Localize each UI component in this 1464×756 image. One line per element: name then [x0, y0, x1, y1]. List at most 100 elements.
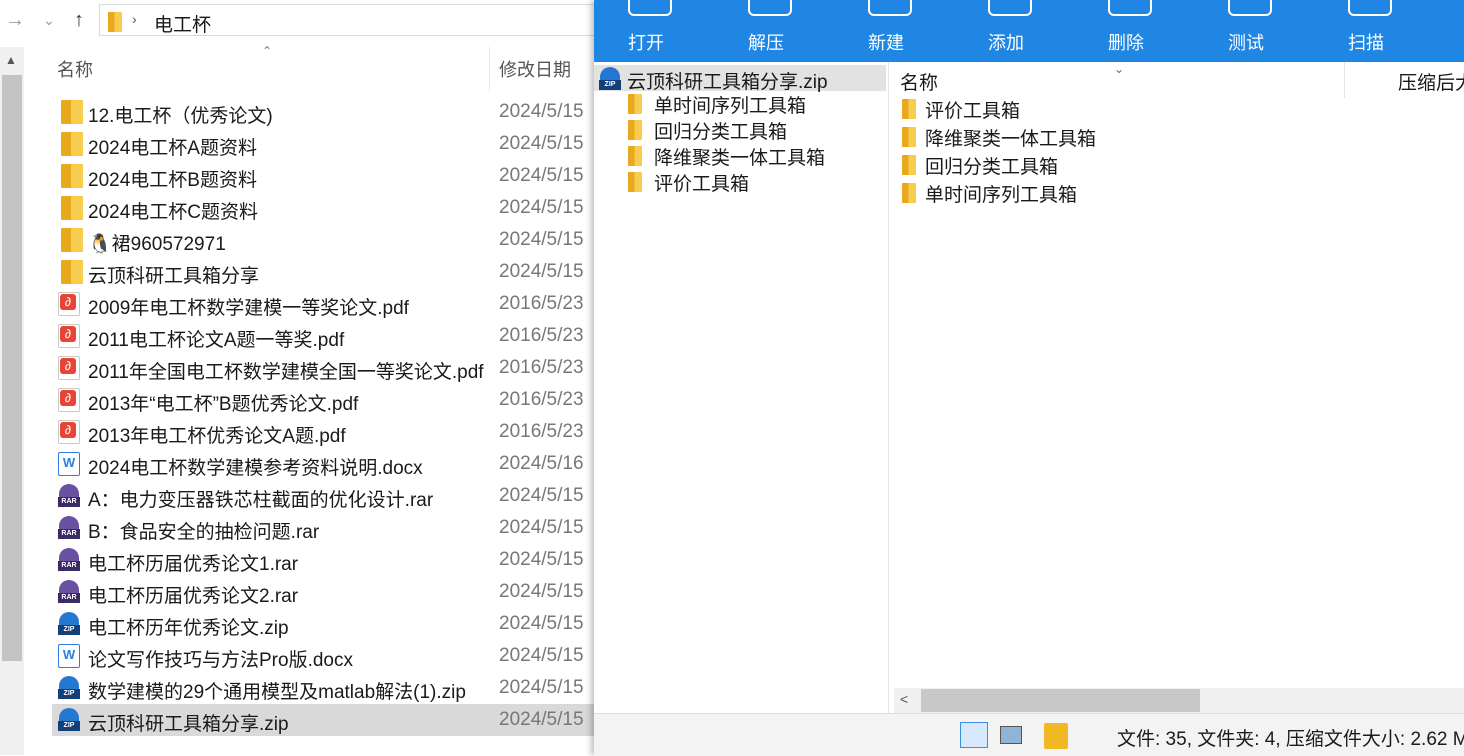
file-row[interactable]: RAR 电工杯历届优秀论文1.rar 2024/5/15: [52, 544, 612, 576]
file-modified-date: 2024/5/15: [499, 133, 584, 154]
file-row[interactable]: 2024电工杯A题资料 2024/5/15: [52, 128, 612, 160]
folder-icon: [628, 120, 642, 140]
tree-root-archive[interactable]: ZIP 云顶科研工具箱分享.zip: [594, 65, 886, 93]
file-name: 12.电工杯（优秀论文): [88, 106, 273, 127]
archive-folder-label: 单时间序列工具箱: [925, 185, 1078, 206]
tree-folder-label: 评价工具箱: [654, 174, 750, 195]
pdf-icon: [58, 356, 80, 380]
file-row[interactable]: ZIP 云顶科研工具箱分享.zip 2024/5/15: [52, 704, 612, 736]
rar-archive-icon: RAR: [58, 484, 80, 508]
toolbar-delete-button[interactable]: 删除: [1074, 0, 1178, 62]
file-modified-date: 2016/5/23: [499, 389, 584, 410]
toolbar-extract-button[interactable]: 解压: [714, 0, 818, 62]
new-icon: [868, 0, 912, 16]
folder-icon: [61, 260, 83, 284]
column-divider[interactable]: [489, 47, 490, 91]
toolbar-button-label: 解压: [748, 33, 784, 53]
zip-archive-icon: ZIP: [599, 67, 621, 91]
file-row[interactable]: 🐧裙960572971 2024/5/15: [52, 224, 612, 256]
file-row[interactable]: RAR B：食品安全的抽检问题.rar 2024/5/15: [52, 512, 612, 544]
delete-icon: [1108, 0, 1152, 16]
toolbar-test-button[interactable]: 测试: [1194, 0, 1298, 62]
file-name: 云顶科研工具箱分享.zip: [88, 714, 289, 735]
tree-folder-label: 降维聚类一体工具箱: [654, 148, 826, 169]
details-view-icon[interactable]: [960, 722, 988, 748]
breadcrumb-separator: ›: [132, 11, 137, 27]
file-row[interactable]: 2024电工杯C题资料 2024/5/15: [52, 192, 612, 224]
file-modified-date: 2024/5/15: [499, 677, 584, 698]
horizontal-scrollbar[interactable]: <: [894, 688, 1464, 713]
list-header-compressed-size[interactable]: 压缩后大: [1398, 68, 1464, 95]
recent-locations-dropdown[interactable]: ⌄: [38, 8, 60, 32]
scrollbar-thumb[interactable]: [2, 75, 22, 661]
open-icon: [628, 0, 672, 16]
folder-icon: [628, 146, 642, 166]
address-bar[interactable]: › 电工杯: [99, 4, 609, 36]
toolbar-button-label: 测试: [1228, 33, 1264, 53]
file-name: 数学建模的29个通用模型及matlab解法(1).zip: [88, 682, 466, 703]
toolbar-new-button[interactable]: 新建: [834, 0, 938, 62]
folder-icon: [628, 94, 642, 114]
tree-folder-label: 单时间序列工具箱: [654, 96, 807, 117]
hscroll-thumb[interactable]: [921, 689, 1200, 712]
folder-icon: [61, 132, 83, 156]
file-modified-date: 2024/5/16: [499, 453, 584, 474]
archive-info-icon[interactable]: [1044, 723, 1068, 749]
toolbar-button-label: 新建: [868, 33, 904, 53]
file-row[interactable]: RAR A：电力变压器铁芯柱截面的优化设计.rar 2024/5/15: [52, 480, 612, 512]
breadcrumb-folder[interactable]: 电工杯: [154, 10, 211, 37]
file-modified-date: 2024/5/15: [499, 229, 584, 250]
file-name: 2011年全国电工杯数学建模全国一等奖论文.pdf: [88, 362, 484, 383]
rar-archive-icon: RAR: [58, 548, 80, 572]
scroll-up-icon[interactable]: ▲: [5, 53, 17, 67]
file-modified-date: 2016/5/23: [499, 325, 584, 346]
column-header-date[interactable]: 修改日期: [499, 56, 571, 82]
pdf-icon: [58, 292, 80, 316]
file-row[interactable]: 云顶科研工具箱分享 2024/5/15: [52, 256, 612, 288]
pdf-icon: [58, 420, 80, 444]
folder-icon: [108, 12, 122, 32]
file-row[interactable]: RAR 电工杯历届优秀论文2.rar 2024/5/15: [52, 576, 612, 608]
scroll-left-icon[interactable]: <: [900, 691, 908, 707]
vertical-scrollbar[interactable]: ▲: [0, 47, 24, 755]
file-modified-date: 2024/5/15: [499, 165, 584, 186]
forward-button[interactable]: →: [4, 8, 26, 32]
file-row[interactable]: 2013年电工杯优秀论文A题.pdf 2016/5/23: [52, 416, 612, 448]
file-row[interactable]: W 2024电工杯数学建模参考资料说明.docx 2024/5/16: [52, 448, 612, 480]
archive-folder-label: 回归分类工具箱: [925, 157, 1059, 178]
sort-descending-icon: ⌄: [1114, 62, 1125, 76]
file-row[interactable]: ZIP 数学建模的29个通用模型及matlab解法(1).zip 2024/5/15: [52, 672, 612, 704]
folder-icon: [61, 164, 83, 188]
up-button[interactable]: ↑: [68, 8, 90, 32]
file-row[interactable]: 2011电工杯论文A题一等奖.pdf 2016/5/23: [52, 320, 612, 352]
file-row[interactable]: 2009年电工杯数学建模一等奖论文.pdf 2016/5/23: [52, 288, 612, 320]
file-modified-date: 2024/5/15: [499, 261, 584, 282]
file-name: 2024电工杯B题资料: [88, 170, 257, 191]
file-name: 云顶科研工具箱分享: [88, 266, 260, 287]
folder-icon: [902, 127, 916, 147]
thumbnail-view-icon[interactable]: [1000, 726, 1022, 744]
file-row[interactable]: ZIP 电工杯历年优秀论文.zip 2024/5/15: [52, 608, 612, 640]
status-text: 文件: 35, 文件夹: 4, 压缩文件大小: 2.62 MB: [1117, 729, 1464, 750]
file-row[interactable]: 12.电工杯（优秀论文) 2024/5/15: [52, 96, 612, 128]
file-name: 2011电工杯论文A题一等奖.pdf: [88, 330, 345, 351]
list-header-name[interactable]: 名称: [900, 68, 938, 95]
toolbar-scan-button[interactable]: 扫描: [1314, 0, 1418, 62]
file-explorer-window: → ⌄ ↑ › 电工杯 ▲ 名称 ⌃ 修改日期 12.电工杯（优秀论文) 2024…: [0, 0, 612, 755]
toolbar-open-button[interactable]: 打开: [594, 0, 698, 62]
file-name: 2009年电工杯数学建模一等奖论文.pdf: [88, 298, 409, 319]
zip-archive-icon: ZIP: [58, 676, 80, 700]
file-row[interactable]: 2013年“电工杯”B题优秀论文.pdf 2016/5/23: [52, 384, 612, 416]
toolbar-button-label: 打开: [628, 33, 664, 53]
toolbar-button-label: 删除: [1108, 33, 1144, 53]
file-name: 电工杯历届优秀论文2.rar: [88, 586, 299, 607]
sort-ascending-icon: ⌃: [262, 44, 273, 58]
list-column-divider[interactable]: [1344, 62, 1345, 98]
column-header-name[interactable]: 名称: [57, 56, 93, 82]
toolbar: 打开 解压 新建 添加 删除 测试 扫描: [594, 0, 1464, 62]
tree-folder-label: 回归分类工具箱: [654, 122, 788, 143]
toolbar-add-button[interactable]: 添加: [954, 0, 1058, 62]
file-row[interactable]: 2024电工杯B题资料 2024/5/15: [52, 160, 612, 192]
file-row[interactable]: 2011年全国电工杯数学建模全国一等奖论文.pdf 2016/5/23: [52, 352, 612, 384]
file-row[interactable]: W 论文写作技巧与方法Pro版.docx 2024/5/15: [52, 640, 612, 672]
